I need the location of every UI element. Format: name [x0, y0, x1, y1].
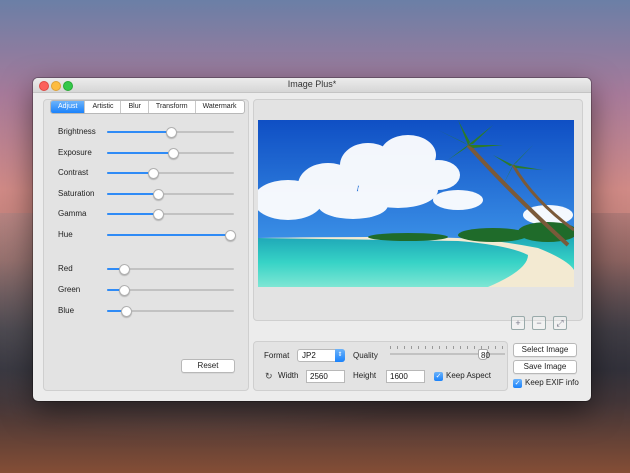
width-field[interactable]: 2560 — [306, 370, 345, 383]
height-field[interactable]: 1600 — [386, 370, 425, 383]
image-preview[interactable] — [258, 120, 574, 287]
green-label: Green — [58, 285, 81, 294]
format-select[interactable]: JP2 ⇕ — [297, 349, 345, 362]
blue-slider-knob[interactable] — [121, 306, 133, 317]
preview-panel — [253, 99, 583, 321]
width-label: Width — [278, 371, 299, 380]
gamma-slider-knob[interactable] — [152, 209, 164, 220]
rotate-icon[interactable]: ↻ — [265, 370, 273, 382]
saturation-slider[interactable] — [107, 189, 234, 200]
exposure-slider-knob[interactable] — [168, 148, 180, 159]
brightness-slider-row: Brightness — [58, 126, 238, 138]
app-window: Image Plus* Adjust Artistic Blur Transfo… — [33, 78, 591, 401]
brightness-slider-knob[interactable] — [165, 127, 177, 138]
contrast-slider-knob[interactable] — [147, 168, 159, 179]
exposure-slider[interactable] — [107, 148, 234, 159]
red-slider-row: Red — [58, 263, 238, 275]
title-bar[interactable]: Image Plus* — [33, 78, 591, 93]
zoom-in-icon[interactable]: + — [511, 316, 525, 330]
saturation-slider-row: Saturation — [58, 188, 238, 200]
green-slider[interactable] — [107, 285, 234, 296]
contrast-slider-row: Contrast — [58, 167, 238, 179]
blue-label: Blue — [58, 306, 75, 315]
hue-slider[interactable] — [107, 230, 237, 241]
blue-slider-row: Blue — [58, 305, 238, 317]
saturation-slider-knob[interactable] — [152, 189, 164, 200]
tab-adjust[interactable]: Adjust — [51, 101, 86, 113]
quality-label: Quality — [353, 351, 378, 360]
keep-exif-label: Keep EXIF info — [525, 378, 579, 387]
green-slider-row: Green — [58, 284, 238, 296]
select-image-button[interactable]: Select Image — [513, 343, 577, 357]
reset-button[interactable]: Reset — [181, 359, 235, 373]
contrast-label: Contrast — [58, 168, 89, 177]
tab-blur[interactable]: Blur — [121, 101, 149, 113]
red-slider[interactable] — [107, 264, 234, 275]
hue-slider-knob[interactable] — [225, 230, 237, 241]
tab-bar: Adjust Artistic Blur Transform Watermark — [50, 100, 245, 114]
save-image-button[interactable]: Save Image — [513, 360, 577, 374]
quality-value: 80 — [481, 351, 490, 360]
exposure-slider-row: Exposure — [58, 147, 238, 159]
exposure-label: Exposure — [58, 148, 92, 157]
hue-label: Hue — [58, 230, 73, 239]
tab-watermark[interactable]: Watermark — [196, 101, 244, 113]
gamma-slider-row: Gamma — [58, 208, 238, 220]
red-slider-knob[interactable] — [118, 264, 130, 275]
gamma-slider[interactable] — [107, 209, 234, 220]
keep-aspect-checkbox[interactable]: ✓ — [434, 372, 443, 381]
tab-artistic[interactable]: Artistic — [85, 101, 122, 113]
format-label: Format — [264, 351, 290, 360]
format-value: JP2 — [302, 351, 316, 360]
hue-slider-row: Hue — [58, 229, 238, 241]
brightness-label: Brightness — [58, 127, 96, 136]
gamma-label: Gamma — [58, 209, 87, 218]
zoom-out-icon[interactable]: − — [532, 316, 546, 330]
brightness-slider[interactable] — [107, 127, 234, 138]
tab-transform[interactable]: Transform — [149, 101, 196, 113]
red-label: Red — [58, 264, 73, 273]
beach-photo — [258, 120, 574, 287]
quality-slider-ticks — [390, 346, 505, 349]
contrast-slider[interactable] — [107, 168, 234, 179]
green-slider-knob[interactable] — [118, 285, 130, 296]
keep-aspect-label: Keep Aspect — [446, 371, 491, 380]
adjustments-panel: Adjust Artistic Blur Transform Watermark… — [43, 99, 249, 391]
chevron-updown-icon: ⇕ — [335, 349, 345, 362]
blue-slider[interactable] — [107, 306, 234, 317]
keep-exif-checkbox[interactable]: ✓ — [513, 379, 522, 388]
fit-screen-icon[interactable]: ⤢ — [553, 316, 567, 330]
height-label: Height — [353, 371, 377, 380]
window-title: Image Plus* — [287, 79, 337, 89]
saturation-label: Saturation — [58, 189, 95, 198]
